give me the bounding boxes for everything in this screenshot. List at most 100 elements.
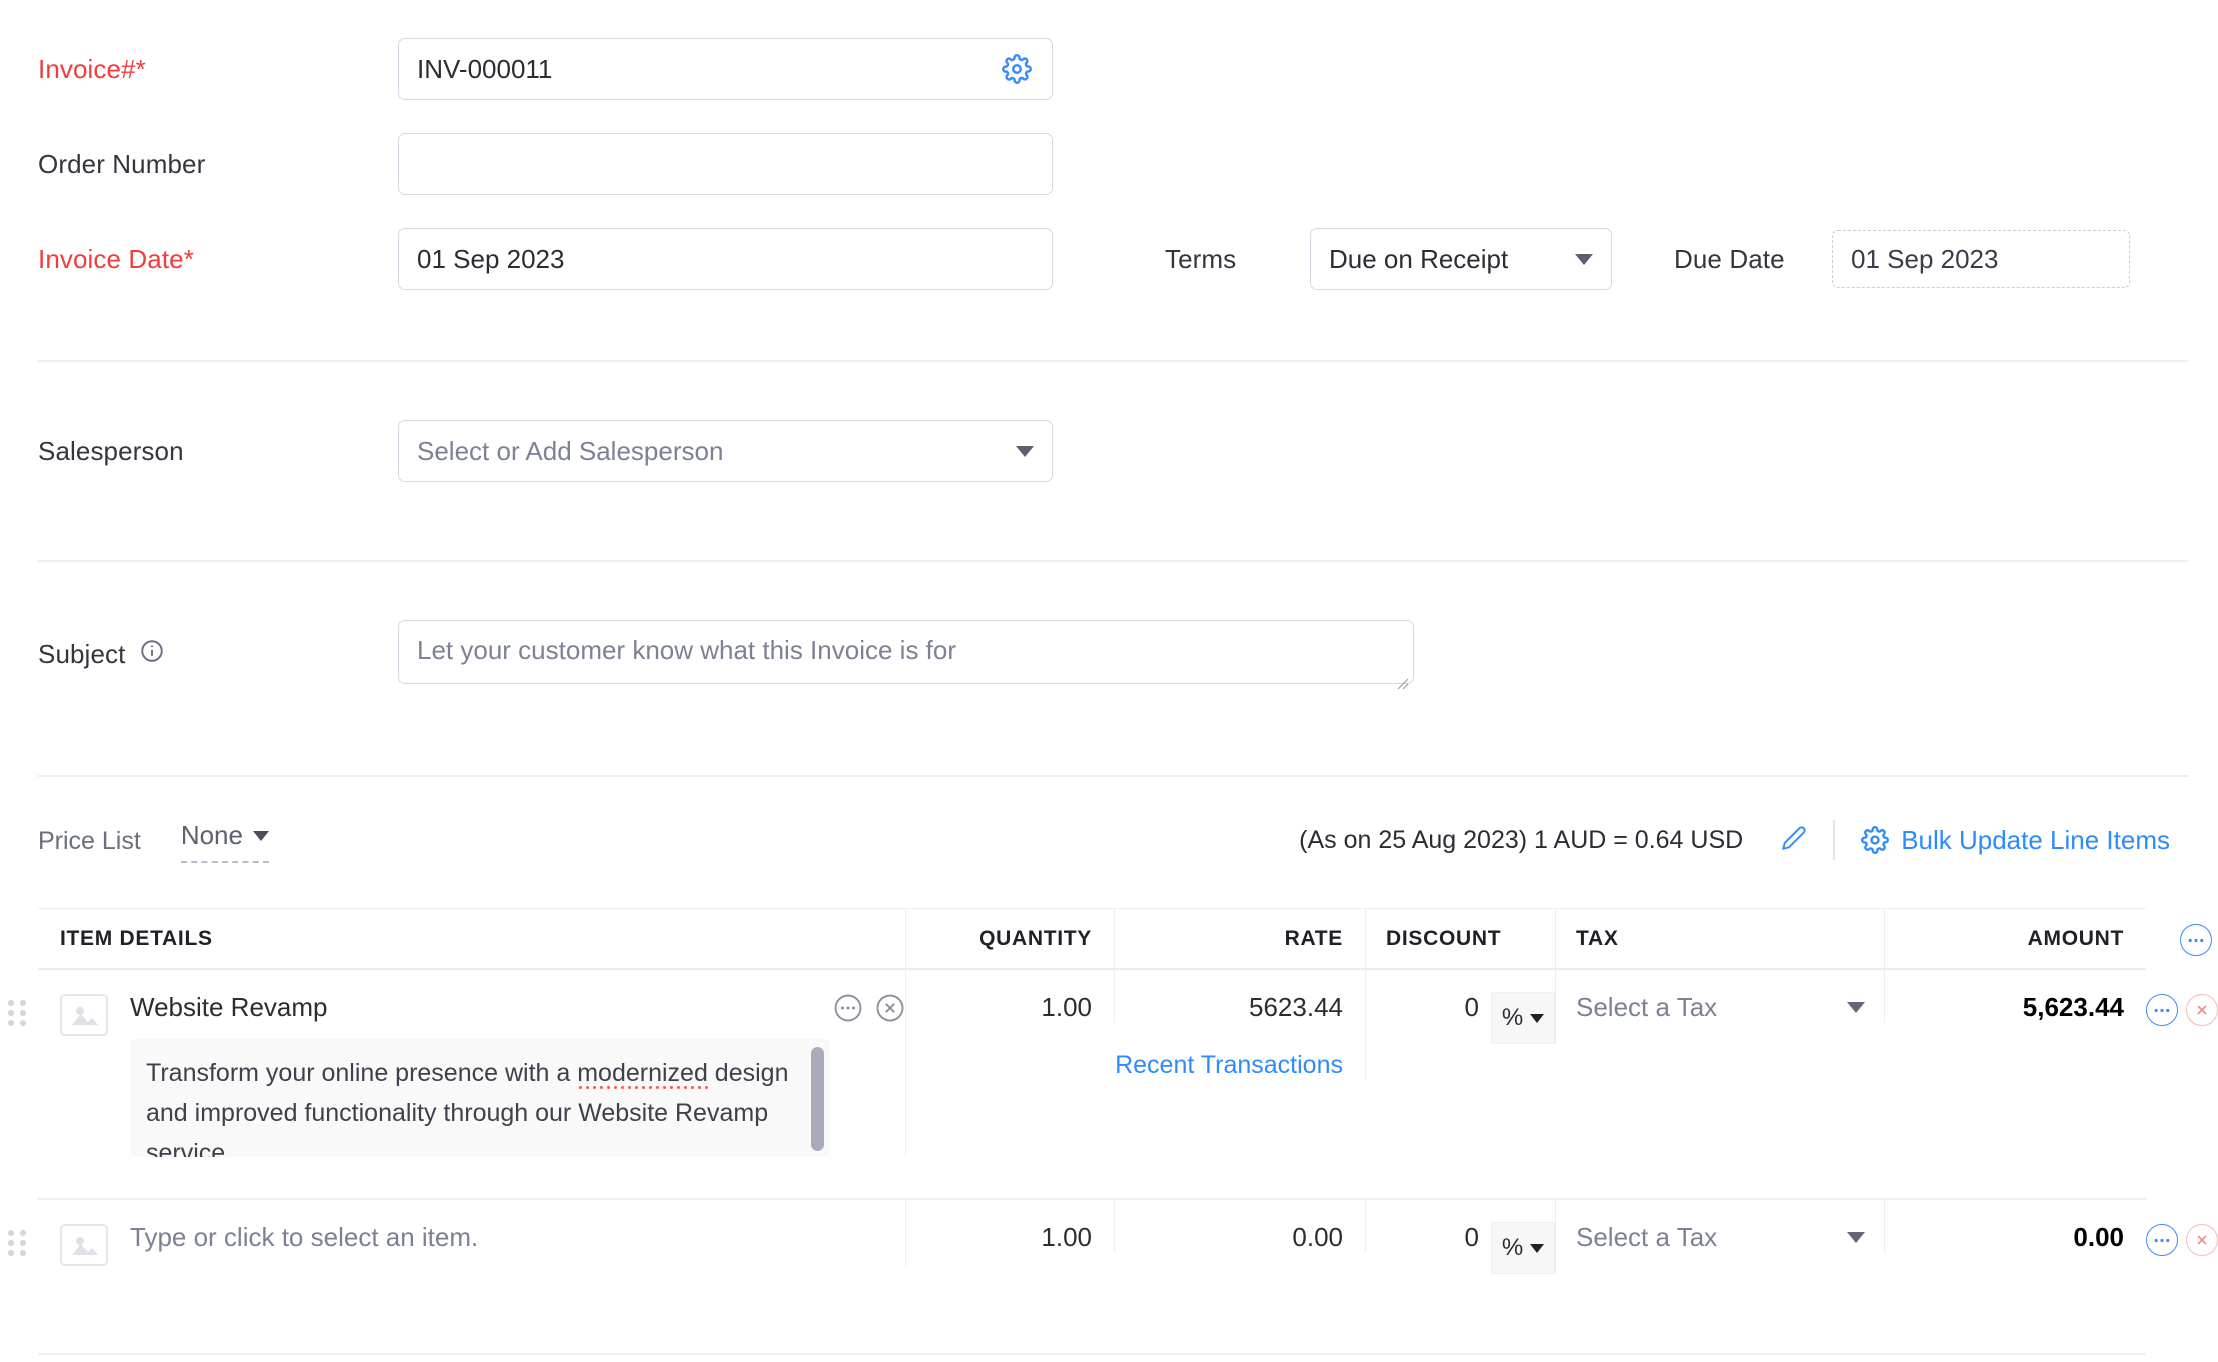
discount-unit-value: % [1502,1004,1523,1032]
cell-tax: Select a Tax [1556,1200,1885,1253]
invoice-form-page: Invoice#* INV-000011 Order Number Invoic… [0,0,2218,1362]
column-header-item-details: ITEM DETAILS [38,908,906,970]
rate-value: 0.00 [1292,1222,1343,1253]
ellipsis-icon[interactable] [2180,924,2212,956]
pencil-icon[interactable] [1781,825,1807,856]
close-circle-icon[interactable] [2186,994,2218,1026]
close-circle-icon[interactable] [2186,1224,2218,1256]
gear-icon [1861,826,1889,854]
cell-amount: 0.00 [1885,1200,2146,1253]
cell-amount: 5,623.44 [1885,970,2146,1023]
discount-unit-select[interactable]: % [1491,1222,1555,1274]
due-date-field[interactable]: 01 Sep 2023 [1832,230,2130,288]
item-name-row: Website Revamp [130,992,905,1023]
order-number-row: Order Number [38,133,1053,195]
item-name[interactable]: Website Revamp [130,992,821,1023]
due-date-value: 01 Sep 2023 [1851,244,1998,275]
cell-quantity[interactable]: 1.00 [906,970,1115,1023]
invoice-date-row: Invoice Date* 01 Sep 2023 Terms Due on R… [38,228,2130,290]
rate-value: 5623.44 [1249,992,1343,1023]
price-list-group: Price List None [38,820,269,863]
divider-top [38,360,2188,362]
terms-select[interactable]: Due on Receipt [1310,228,1612,290]
salesperson-label: Salesperson [38,436,398,467]
salesperson-placeholder: Select or Add Salesperson [417,436,723,467]
item-main: Website Revamp Transform your online pre… [130,992,905,1157]
info-icon [139,638,165,671]
invoice-number-input[interactable]: INV-000011 [398,38,1053,100]
order-number-label: Order Number [38,149,398,180]
table-row: Website Revamp Transform your online pre… [38,970,2146,1200]
discount-unit-select[interactable]: % [1491,992,1555,1044]
invoice-date-value: 01 Sep 2023 [417,244,1034,275]
column-header-rate: RATE [1115,908,1366,970]
drag-handle-icon[interactable] [8,1230,26,1256]
chevron-down-icon [253,831,269,841]
resize-grip-icon[interactable] [1395,666,1409,680]
quantity-value: 1.00 [1041,992,1092,1023]
item-name-row: Type or click to select an item. [130,1222,905,1253]
vertical-divider [1833,820,1835,860]
exchange-rate-text: (As on 25 Aug 2023) 1 AUD = 0.64 USD [1299,826,1743,855]
salesperson-row: Salesperson Select or Add Salesperson [38,420,1053,482]
due-date-label: Due Date [1674,244,1832,275]
cell-discount: 0 % [1366,970,1556,1044]
image-placeholder-icon [60,1224,108,1266]
column-header-quantity: QUANTITY [906,908,1115,970]
close-circle-icon[interactable] [875,993,905,1023]
exchange-rate-group: (As on 25 Aug 2023) 1 AUD = 0.64 USD Bul… [1299,820,2170,860]
item-main: Type or click to select an item. [130,1222,905,1253]
price-list-value: None [181,820,243,851]
table-header-row: ITEM DETAILS QUANTITY RATE DISCOUNT TAX … [38,908,2146,970]
ellipsis-icon[interactable] [833,993,863,1023]
invoice-number-label: Invoice#* [38,54,398,85]
gear-icon[interactable] [1000,52,1034,86]
item-description-text: Transform your online presence with a mo… [146,1059,788,1157]
recent-transactions-link[interactable]: Recent Transactions [1115,1051,1343,1080]
amount-value: 0.00 [2073,1222,2124,1253]
column-header-amount: AMOUNT [1885,908,2146,970]
divider-bottom [38,775,2188,777]
column-header-discount: DISCOUNT [1366,908,1556,970]
tax-value: Select a Tax [1576,992,1837,1023]
chevron-down-icon [1847,1002,1865,1013]
tax-select[interactable]: Select a Tax [1576,992,1865,1023]
subject-textarea[interactable]: Let your customer know what this Invoice… [398,620,1414,684]
price-list-select[interactable]: None [181,820,269,863]
item-name[interactable]: Type or click to select an item. [130,1222,905,1253]
table-options-button[interactable] [2180,924,2212,956]
item-description[interactable]: Transform your online presence with a mo… [130,1039,830,1157]
bulk-update-line-items-button[interactable]: Bulk Update Line Items [1861,825,2170,856]
subject-label-wrap: Subject [38,620,398,671]
subject-label: Subject [38,639,125,670]
discount-value[interactable]: 0 [1465,992,1479,1023]
cell-rate[interactable]: 5623.44 Recent Transactions [1115,970,1366,1080]
cell-quantity[interactable]: 1.00 [906,1200,1115,1253]
price-list-label: Price List [38,827,141,856]
order-number-input[interactable] [398,133,1053,195]
invoice-date-label: Invoice Date* [38,244,398,275]
tax-select[interactable]: Select a Tax [1576,1222,1865,1253]
drag-handle-icon[interactable] [8,1000,26,1026]
discount-value[interactable]: 0 [1465,1222,1479,1253]
subject-placeholder: Let your customer know what this Invoice… [417,635,956,665]
quantity-value: 1.00 [1041,1222,1092,1253]
image-placeholder-icon [60,994,108,1036]
ellipsis-icon[interactable] [2146,1224,2178,1256]
subject-row: Subject Let your customer know what this… [38,620,1414,684]
caret-down-icon [1530,1014,1544,1023]
cell-rate[interactable]: 0.00 [1115,1200,1366,1253]
bulk-update-label: Bulk Update Line Items [1901,825,2170,856]
chevron-down-icon [1016,446,1034,457]
line-items-table: ITEM DETAILS QUANTITY RATE DISCOUNT TAX … [38,908,2146,1355]
salesperson-select[interactable]: Select or Add Salesperson [398,420,1053,482]
column-header-tax: TAX [1556,908,1885,970]
invoice-date-input[interactable]: 01 Sep 2023 [398,228,1053,290]
invoice-number-value: INV-000011 [417,54,1000,85]
amount-value: 5,623.44 [2023,992,2124,1023]
description-scrollbar[interactable] [811,1047,824,1151]
chevron-down-icon [1575,254,1593,265]
ellipsis-icon[interactable] [2146,994,2178,1026]
row-actions [2146,994,2218,1026]
terms-value: Due on Receipt [1329,244,1508,275]
